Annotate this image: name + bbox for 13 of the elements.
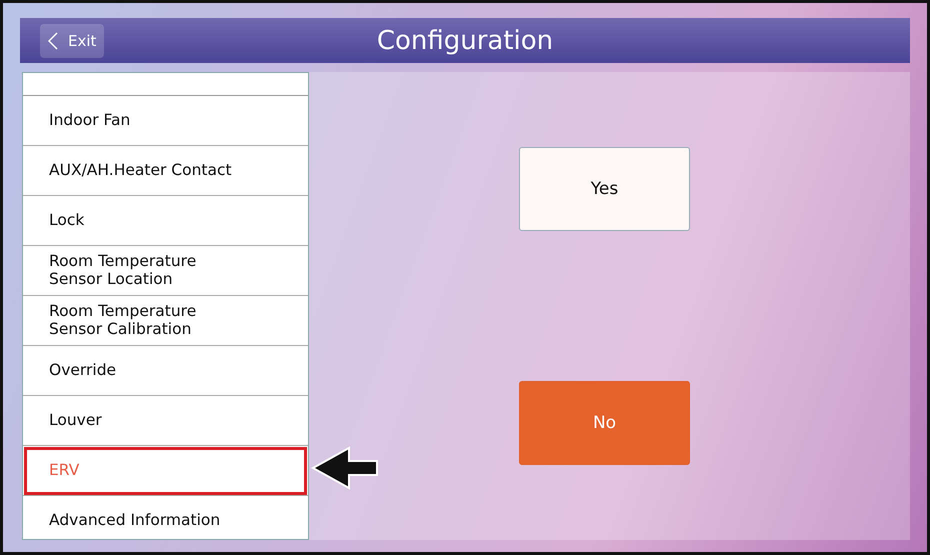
list-item[interactable]: AUX/AH.Heater Contact [23,146,308,196]
exit-button[interactable]: Exit [40,24,104,58]
list-item[interactable]: Indoor Fan [23,96,308,146]
list-item[interactable]: Room Temperature Sensor Calibration [23,296,308,346]
list-item[interactable]: Advanced Information [23,496,308,539]
pointer-arrow-icon [311,446,379,490]
chevron-left-icon [48,32,58,50]
page-title: Configuration [376,26,554,56]
list-item[interactable]: Lock [23,196,308,246]
option-button[interactable]: Yes [519,147,690,231]
list-item[interactable]: Louver [23,396,308,446]
list-item[interactable]: Room Temperature Sensor Location [23,246,308,296]
list-item[interactable]: Override [23,346,308,396]
